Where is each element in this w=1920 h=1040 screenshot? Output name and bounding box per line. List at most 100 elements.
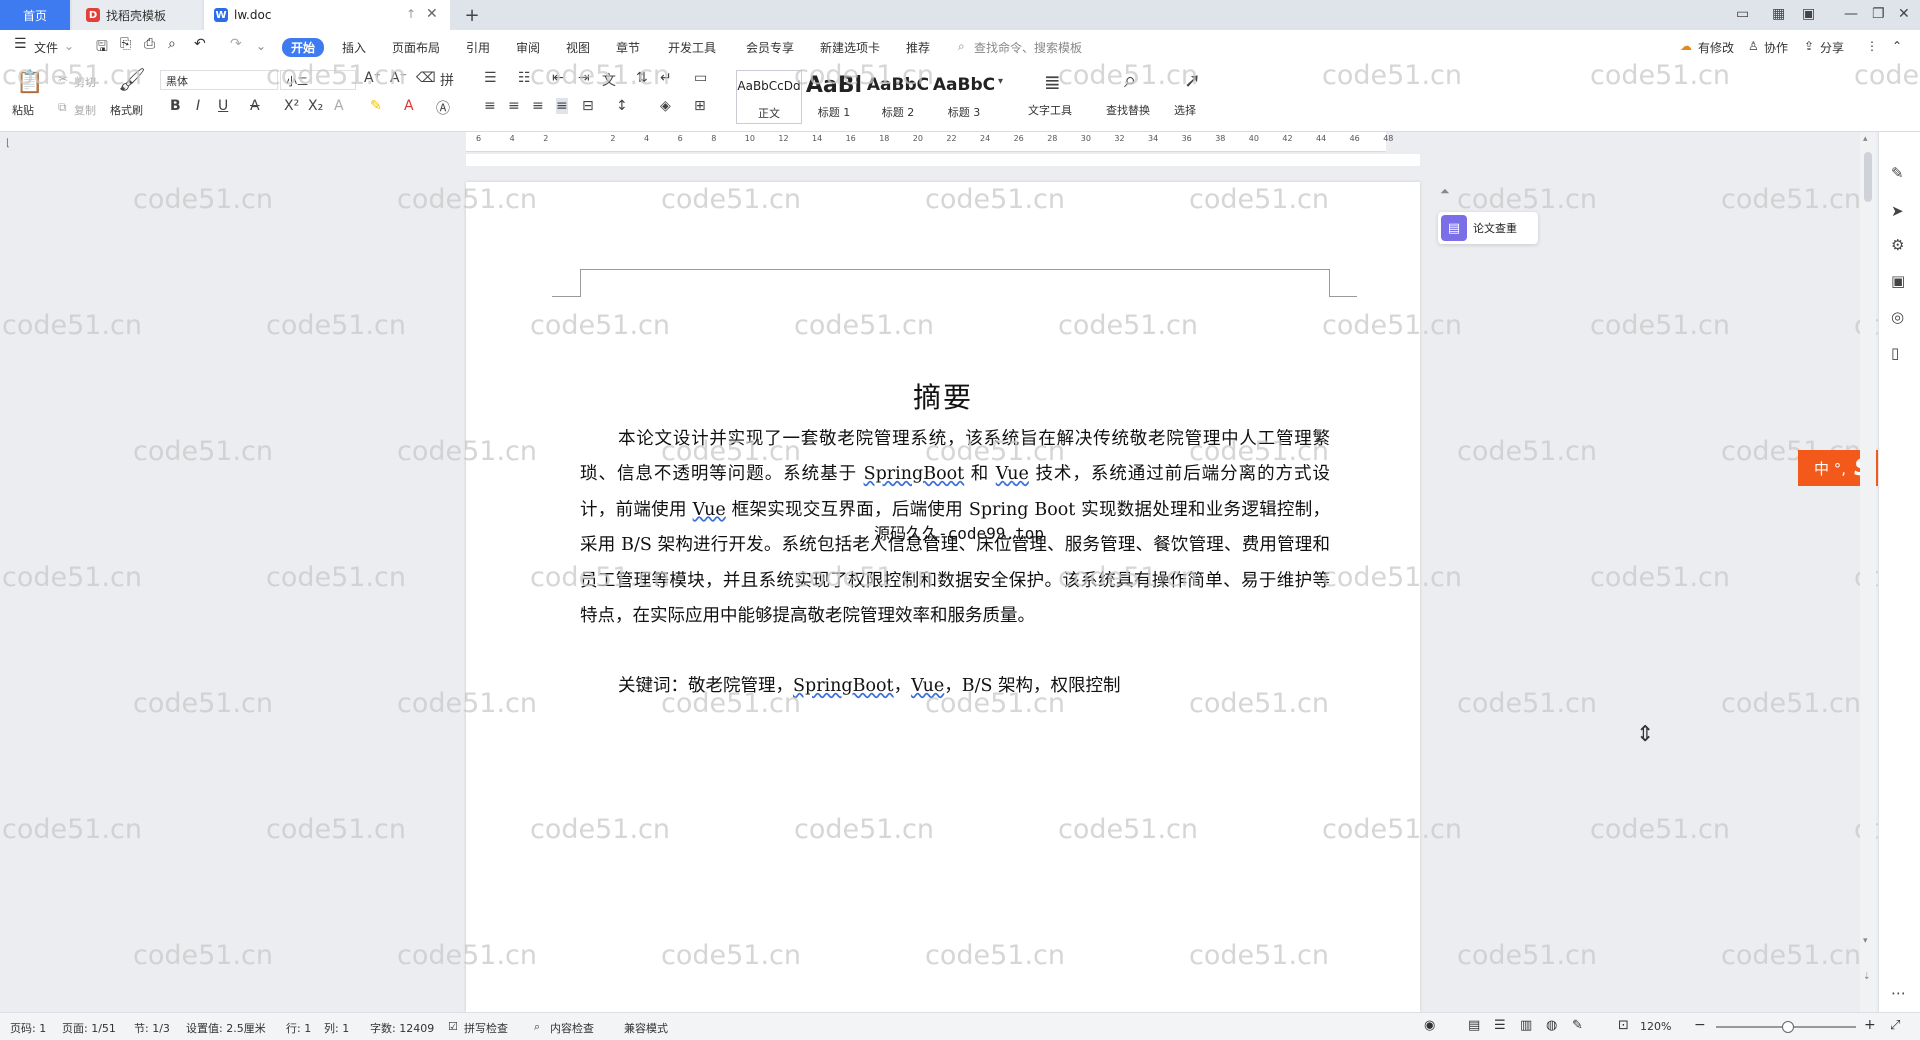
menu-review[interactable]: 审阅	[516, 39, 540, 56]
location-icon[interactable]: ◎	[1891, 308, 1904, 326]
menu-insert[interactable]: 插入	[342, 39, 366, 56]
menu-view[interactable]: 视图	[566, 39, 590, 56]
close-window-icon[interactable]: ✕	[1898, 6, 1910, 22]
minimize-icon[interactable]: —	[1844, 6, 1858, 22]
zoom-out-icon[interactable]: −	[1694, 1017, 1706, 1033]
highlight-icon[interactable]: ✎	[370, 98, 382, 114]
justify-icon[interactable]: ≡	[556, 98, 568, 114]
more-options-icon[interactable]: ⋯	[1891, 984, 1906, 1002]
zoom-slider-thumb[interactable]	[1782, 1021, 1794, 1033]
pointer-icon[interactable]: ➤	[1891, 202, 1904, 220]
print-preview-icon[interactable]: ⌕	[168, 36, 176, 52]
avatar-icon[interactable]: ▣	[1802, 6, 1815, 22]
status-page-code[interactable]: 页码: 1	[10, 1020, 46, 1036]
status-col[interactable]: 列: 1	[324, 1020, 349, 1036]
content-check-button[interactable]: 内容检查	[550, 1020, 594, 1036]
edit-pen-icon[interactable]: ✎	[1891, 164, 1904, 182]
status-section[interactable]: 节: 1/3	[134, 1020, 170, 1036]
vertical-scrollbar[interactable]: ▴ ▾ ⇣	[1860, 132, 1876, 1012]
more-icon[interactable]: ⋮	[1866, 39, 1878, 53]
book-icon[interactable]: ▯	[1891, 344, 1899, 362]
clear-format-icon[interactable]: ⌫	[416, 70, 436, 86]
format-painter-button[interactable]: 格式刷	[110, 102, 143, 118]
paper-check-button[interactable]: ▤ 论文查重	[1438, 212, 1538, 244]
menu-file[interactable]: 文件	[34, 39, 58, 56]
superscript-icon[interactable]: X²	[284, 98, 299, 114]
export-pdf-icon[interactable]: ⎘	[120, 36, 131, 52]
share-button[interactable]: 分享	[1820, 39, 1844, 56]
menu-start[interactable]: 开始	[282, 38, 325, 57]
bold-icon[interactable]: B	[170, 98, 181, 114]
scroll-down-icon[interactable]: ▾	[1863, 936, 1868, 946]
tab-document[interactable]: W lw.doc ↑ ✕	[204, 0, 450, 30]
align-left-icon[interactable]: ≡	[484, 98, 496, 114]
font-color-icon[interactable]: A	[404, 98, 414, 114]
redo-icon[interactable]: ↷	[230, 36, 242, 52]
collapse-up-icon[interactable]: ⏶	[1440, 184, 1450, 199]
menu-developer[interactable]: 开发工具	[668, 39, 716, 56]
underline-icon[interactable]: U	[218, 98, 228, 114]
close-tab-icon[interactable]: ✕	[426, 6, 438, 22]
page-view-icon[interactable]: ▤	[1468, 1018, 1480, 1033]
write-view-icon[interactable]: ✎	[1572, 1018, 1583, 1033]
eye-protection-icon[interactable]: ◉	[1424, 1018, 1435, 1033]
web-view-icon[interactable]: ◍	[1546, 1018, 1557, 1033]
zoom-in-icon[interactable]: +	[1864, 1017, 1876, 1033]
adjust-icon[interactable]: ⚙	[1891, 236, 1904, 254]
new-tab-button[interactable]: +	[460, 0, 484, 30]
paste-button[interactable]: 粘贴	[12, 102, 34, 118]
menu-page-layout[interactable]: 页面布局	[392, 39, 440, 56]
save-icon[interactable]: 🖫	[96, 36, 108, 60]
shading-icon[interactable]: ◈	[660, 98, 671, 114]
reading-view-icon[interactable]: ▥	[1520, 1018, 1532, 1033]
menu-references[interactable]: 引用	[466, 39, 490, 56]
tab-templates[interactable]: D 找稻壳模板	[72, 0, 202, 30]
collaborate-button[interactable]: 协作	[1764, 39, 1788, 56]
modified-status[interactable]: 有修改	[1698, 39, 1734, 56]
layout-icon[interactable]: ▭	[1736, 6, 1749, 22]
find-replace-button[interactable]: 查找替换	[1106, 102, 1150, 118]
collapse-ribbon-icon[interactable]: ⌃	[1892, 39, 1902, 53]
align-center-icon[interactable]: ≡	[508, 98, 520, 114]
undo-icon[interactable]: ↶	[194, 36, 206, 52]
status-words[interactable]: 字数: 12409	[370, 1020, 434, 1036]
print-icon[interactable]: ⎙	[144, 36, 155, 52]
fullscreen-icon[interactable]: ⤢	[1890, 1018, 1900, 1033]
italic-icon[interactable]: I	[196, 98, 200, 114]
quick-access-chevron-icon[interactable]: ⌄	[256, 39, 266, 53]
distributed-icon[interactable]: ⊟	[582, 98, 594, 114]
font-name-select[interactable]: 黑体	[160, 70, 278, 90]
menu-member[interactable]: 会员专享	[746, 39, 794, 56]
menu-recommend[interactable]: 推荐	[906, 39, 930, 56]
style-heading-3[interactable]: AaBbC 标题 3	[932, 70, 996, 124]
outline-view-icon[interactable]: ☰	[1494, 1018, 1506, 1033]
command-search-input[interactable]: 查找命令、搜索模板	[974, 39, 1082, 56]
menu-chapter[interactable]: 章节	[616, 39, 640, 56]
image-tool-icon[interactable]: ▣	[1891, 272, 1905, 290]
styles-more-icon[interactable]: ▾	[998, 76, 1003, 87]
char-border-icon[interactable]: Ⓐ	[436, 98, 450, 118]
borders-icon[interactable]: ⊞	[694, 98, 706, 114]
subscript-icon[interactable]: X₂	[308, 98, 323, 114]
table-icon[interactable]: ▭	[694, 70, 707, 86]
line-spacing-icon[interactable]: ↕	[616, 98, 628, 114]
status-setting[interactable]: 设置值: 2.5厘米	[186, 1020, 266, 1036]
scrollbar-thumb[interactable]	[1864, 152, 1872, 202]
pin-icon[interactable]: ↑	[406, 7, 416, 21]
select-button[interactable]: 选择	[1174, 102, 1196, 118]
zoom-level[interactable]: 120%	[1640, 1020, 1671, 1033]
strikethrough-icon[interactable]: A	[250, 98, 260, 114]
numbered-list-icon[interactable]: ☷	[518, 70, 531, 86]
zoom-slider[interactable]	[1716, 1021, 1856, 1033]
chevron-down-icon[interactable]: ⌄	[64, 39, 74, 53]
horizontal-ruler[interactable]: 6 4 2 2 4 6 8 10 12 14 16 18 20 22 24 26 28 30 32 34 36 38 40 4…	[466, 132, 1393, 152]
style-normal[interactable]: AaBbCcDd 正文	[736, 70, 802, 124]
tab-stop-icon[interactable]: ⌊	[6, 138, 10, 149]
menu-new-tab[interactable]: 新建选项卡	[820, 39, 880, 56]
restore-icon[interactable]: ❐	[1872, 6, 1885, 22]
document-page[interactable]: 摘要 本论文设计并实现了一套敬老院管理系统，该系统旨在解决传统敬老院管理中人工管…	[466, 182, 1420, 1012]
fit-page-icon[interactable]: ⊡	[1618, 1018, 1629, 1033]
text-effect-icon[interactable]: A	[334, 98, 344, 114]
status-row[interactable]: 行: 1	[286, 1020, 311, 1036]
tab-home[interactable]: 首页	[0, 0, 70, 30]
